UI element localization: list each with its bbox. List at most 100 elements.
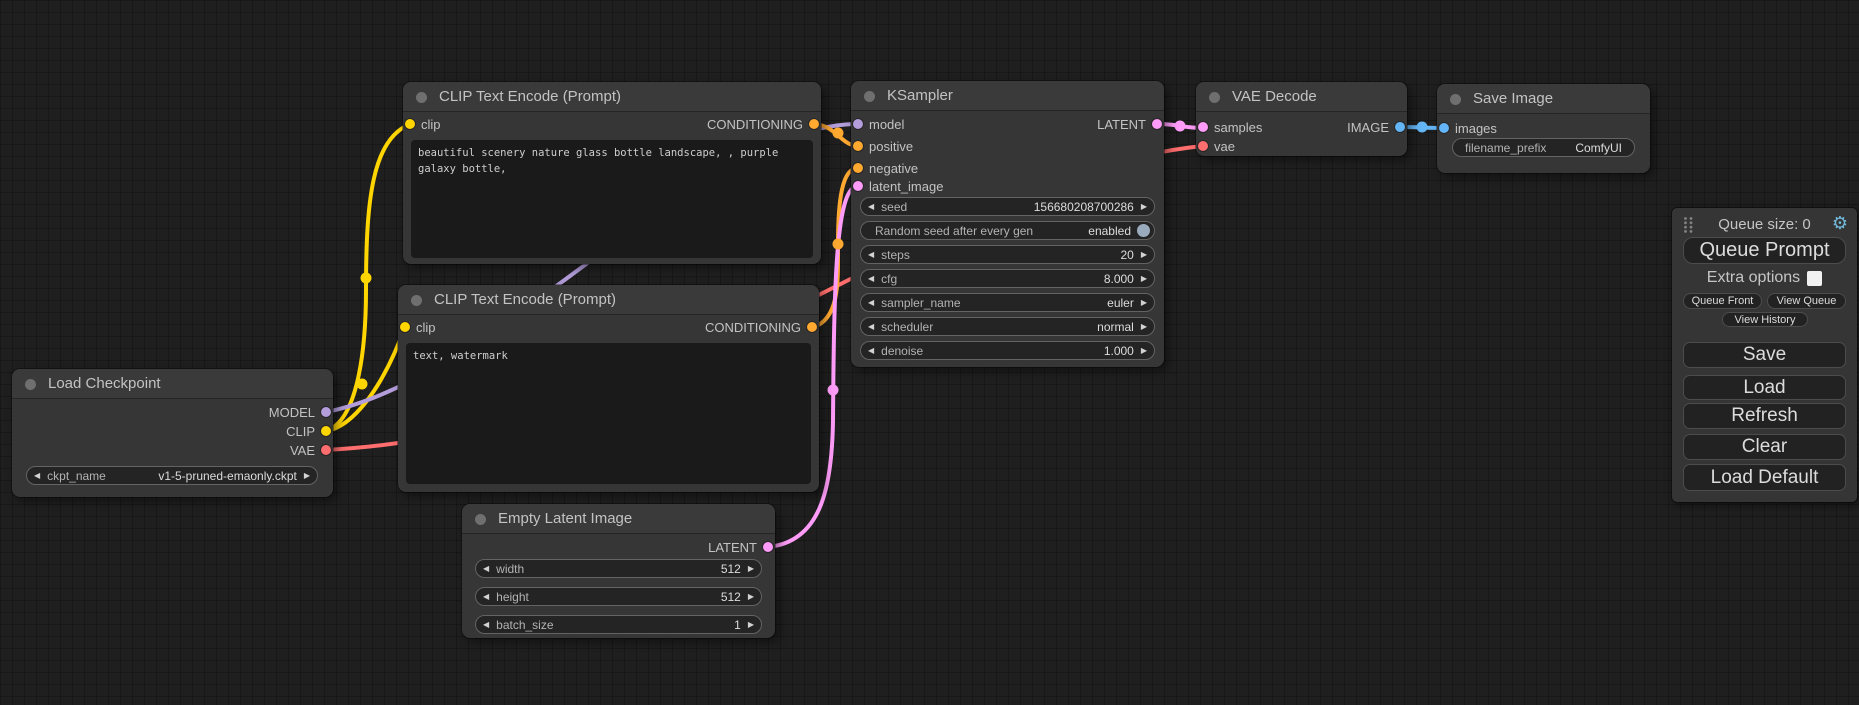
queue-prompt-button[interactable]: Queue Prompt xyxy=(1683,237,1846,264)
node-title: CLIP Text Encode (Prompt) xyxy=(403,82,821,112)
decrement-arrow-icon[interactable]: ◀ xyxy=(861,293,881,312)
view-queue-button[interactable]: View Queue xyxy=(1767,293,1846,309)
height-widget[interactable]: ◀ height 512 ▶ xyxy=(475,587,762,606)
cfg-widget[interactable]: ◀ cfg 8.000 ▶ xyxy=(860,269,1155,288)
extra-options-label: Extra options xyxy=(1707,269,1800,287)
steps-widget[interactable]: ◀ steps 20 ▶ xyxy=(860,245,1155,264)
scheduler-widget[interactable]: ◀ scheduler normal ▶ xyxy=(860,317,1155,336)
port-label: CONDITIONING xyxy=(707,117,803,132)
load-button[interactable]: Load xyxy=(1683,375,1846,400)
output-port-conditioning[interactable] xyxy=(809,119,819,129)
random-seed-toggle-widget[interactable]: Random seed after every gen enabled xyxy=(860,221,1155,240)
width-widget[interactable]: ◀ width 512 ▶ xyxy=(475,559,762,578)
collapse-dot-icon[interactable] xyxy=(864,91,875,102)
collapse-dot-icon[interactable] xyxy=(1209,92,1220,103)
toggle-knob[interactable] xyxy=(1137,224,1150,237)
collapse-dot-icon[interactable] xyxy=(1450,94,1461,105)
extra-options-checkbox[interactable] xyxy=(1807,271,1822,286)
node-title: Empty Latent Image xyxy=(462,504,775,534)
input-port-vae[interactable] xyxy=(1198,141,1208,151)
node-title: CLIP Text Encode (Prompt) xyxy=(398,285,819,315)
widget-label: batch_size xyxy=(496,618,553,632)
input-port-negative[interactable] xyxy=(853,163,863,173)
increment-arrow-icon[interactable]: ▶ xyxy=(1134,341,1154,360)
node-vae-decode[interactable]: VAE Decode samples vae IMAGE xyxy=(1196,82,1407,156)
decrement-arrow-icon[interactable]: ◀ xyxy=(861,317,881,336)
link-dot xyxy=(828,385,839,396)
node-clip-text-encode-positive[interactable]: CLIP Text Encode (Prompt) clip CONDITION… xyxy=(403,82,821,264)
increment-arrow-icon[interactable]: ▶ xyxy=(741,587,761,606)
increment-arrow-icon[interactable]: ▶ xyxy=(741,559,761,578)
input-port-clip[interactable] xyxy=(405,119,415,129)
decrement-arrow-icon[interactable]: ◀ xyxy=(861,197,881,216)
output-port-model[interactable] xyxy=(321,407,331,417)
node-load-checkpoint[interactable]: Load Checkpoint MODEL CLIP VAE ◀ ckpt_na… xyxy=(12,369,333,497)
settings-gear-icon[interactable]: ⚙ xyxy=(1832,213,1848,234)
widget-value: euler xyxy=(1107,296,1134,310)
widget-label: sampler_name xyxy=(881,296,960,310)
save-button[interactable]: Save xyxy=(1683,342,1846,368)
queue-front-button[interactable]: Queue Front xyxy=(1683,293,1762,309)
input-port-images[interactable] xyxy=(1439,123,1449,133)
negative-prompt-textarea[interactable]: text, watermark xyxy=(406,343,811,484)
view-history-button[interactable]: View History xyxy=(1722,312,1808,327)
node-ksampler[interactable]: KSampler model positive negative latent_… xyxy=(851,81,1164,367)
link-dot xyxy=(361,273,372,284)
increment-arrow-icon[interactable]: ▶ xyxy=(297,466,317,485)
output-port-image[interactable] xyxy=(1395,122,1405,132)
comfyui-canvas[interactable]: Load Checkpoint MODEL CLIP VAE ◀ ckpt_na… xyxy=(0,0,1859,705)
denoise-widget[interactable]: ◀ denoise 1.000 ▶ xyxy=(860,341,1155,360)
port-label: IMAGE xyxy=(1347,120,1389,135)
clear-button[interactable]: Clear xyxy=(1683,434,1846,460)
decrement-arrow-icon[interactable]: ◀ xyxy=(27,466,47,485)
port-label: model xyxy=(869,117,904,132)
widget-label: steps xyxy=(881,248,910,262)
output-port-clip[interactable] xyxy=(321,426,331,436)
output-port-latent[interactable] xyxy=(763,542,773,552)
increment-arrow-icon[interactable]: ▶ xyxy=(1134,197,1154,216)
node-empty-latent-image[interactable]: Empty Latent Image LATENT ◀ width 512 ▶ … xyxy=(462,504,775,638)
decrement-arrow-icon[interactable]: ◀ xyxy=(861,341,881,360)
increment-arrow-icon[interactable]: ▶ xyxy=(1134,269,1154,288)
ckpt-name-widget[interactable]: ◀ ckpt_name v1-5-pruned-emaonly.ckpt ▶ xyxy=(26,466,318,485)
collapse-dot-icon[interactable] xyxy=(411,295,422,306)
seed-widget[interactable]: ◀ seed 156680208700286 ▶ xyxy=(860,197,1155,216)
collapse-dot-icon[interactable] xyxy=(25,379,36,390)
collapse-dot-icon[interactable] xyxy=(475,514,486,525)
increment-arrow-icon[interactable]: ▶ xyxy=(741,615,761,634)
decrement-arrow-icon[interactable]: ◀ xyxy=(476,615,496,634)
decrement-arrow-icon[interactable]: ◀ xyxy=(861,269,881,288)
refresh-button[interactable]: Refresh xyxy=(1683,403,1846,429)
increment-arrow-icon[interactable]: ▶ xyxy=(1134,317,1154,336)
output-port-conditioning[interactable] xyxy=(807,322,817,332)
positive-prompt-textarea[interactable]: beautiful scenery nature glass bottle la… xyxy=(411,140,813,258)
node-save-image[interactable]: Save Image images filename_prefix ComfyU… xyxy=(1437,84,1650,173)
collapse-dot-icon[interactable] xyxy=(416,92,427,103)
output-port-latent[interactable] xyxy=(1152,119,1162,129)
node-title: KSampler xyxy=(851,81,1164,111)
output-port-vae[interactable] xyxy=(321,445,331,455)
increment-arrow-icon[interactable]: ▶ xyxy=(1134,245,1154,264)
port-label: latent_image xyxy=(869,179,943,194)
widget-label: cfg xyxy=(881,272,897,286)
filename-prefix-widget[interactable]: filename_prefix ComfyUI xyxy=(1452,138,1635,157)
input-port-positive[interactable] xyxy=(853,141,863,151)
input-port-samples[interactable] xyxy=(1198,122,1208,132)
widget-value: ComfyUI xyxy=(1575,141,1622,155)
decrement-arrow-icon[interactable]: ◀ xyxy=(861,245,881,264)
load-default-button[interactable]: Load Default xyxy=(1683,464,1846,491)
decrement-arrow-icon[interactable]: ◀ xyxy=(476,587,496,606)
batch-size-widget[interactable]: ◀ batch_size 1 ▶ xyxy=(475,615,762,634)
widget-value: 512 xyxy=(721,590,741,604)
decrement-arrow-icon[interactable]: ◀ xyxy=(476,559,496,578)
port-label: LATENT xyxy=(1097,117,1146,132)
sampler-name-widget[interactable]: ◀ sampler_name euler ▶ xyxy=(860,293,1155,312)
port-label: clip xyxy=(421,117,441,132)
node-clip-text-encode-negative[interactable]: CLIP Text Encode (Prompt) clip CONDITION… xyxy=(398,285,819,492)
input-port-model[interactable] xyxy=(853,119,863,129)
input-port-latent-image[interactable] xyxy=(853,181,863,191)
increment-arrow-icon[interactable]: ▶ xyxy=(1134,293,1154,312)
widget-value: 512 xyxy=(721,562,741,576)
port-label: samples xyxy=(1214,120,1262,135)
input-port-clip[interactable] xyxy=(400,322,410,332)
